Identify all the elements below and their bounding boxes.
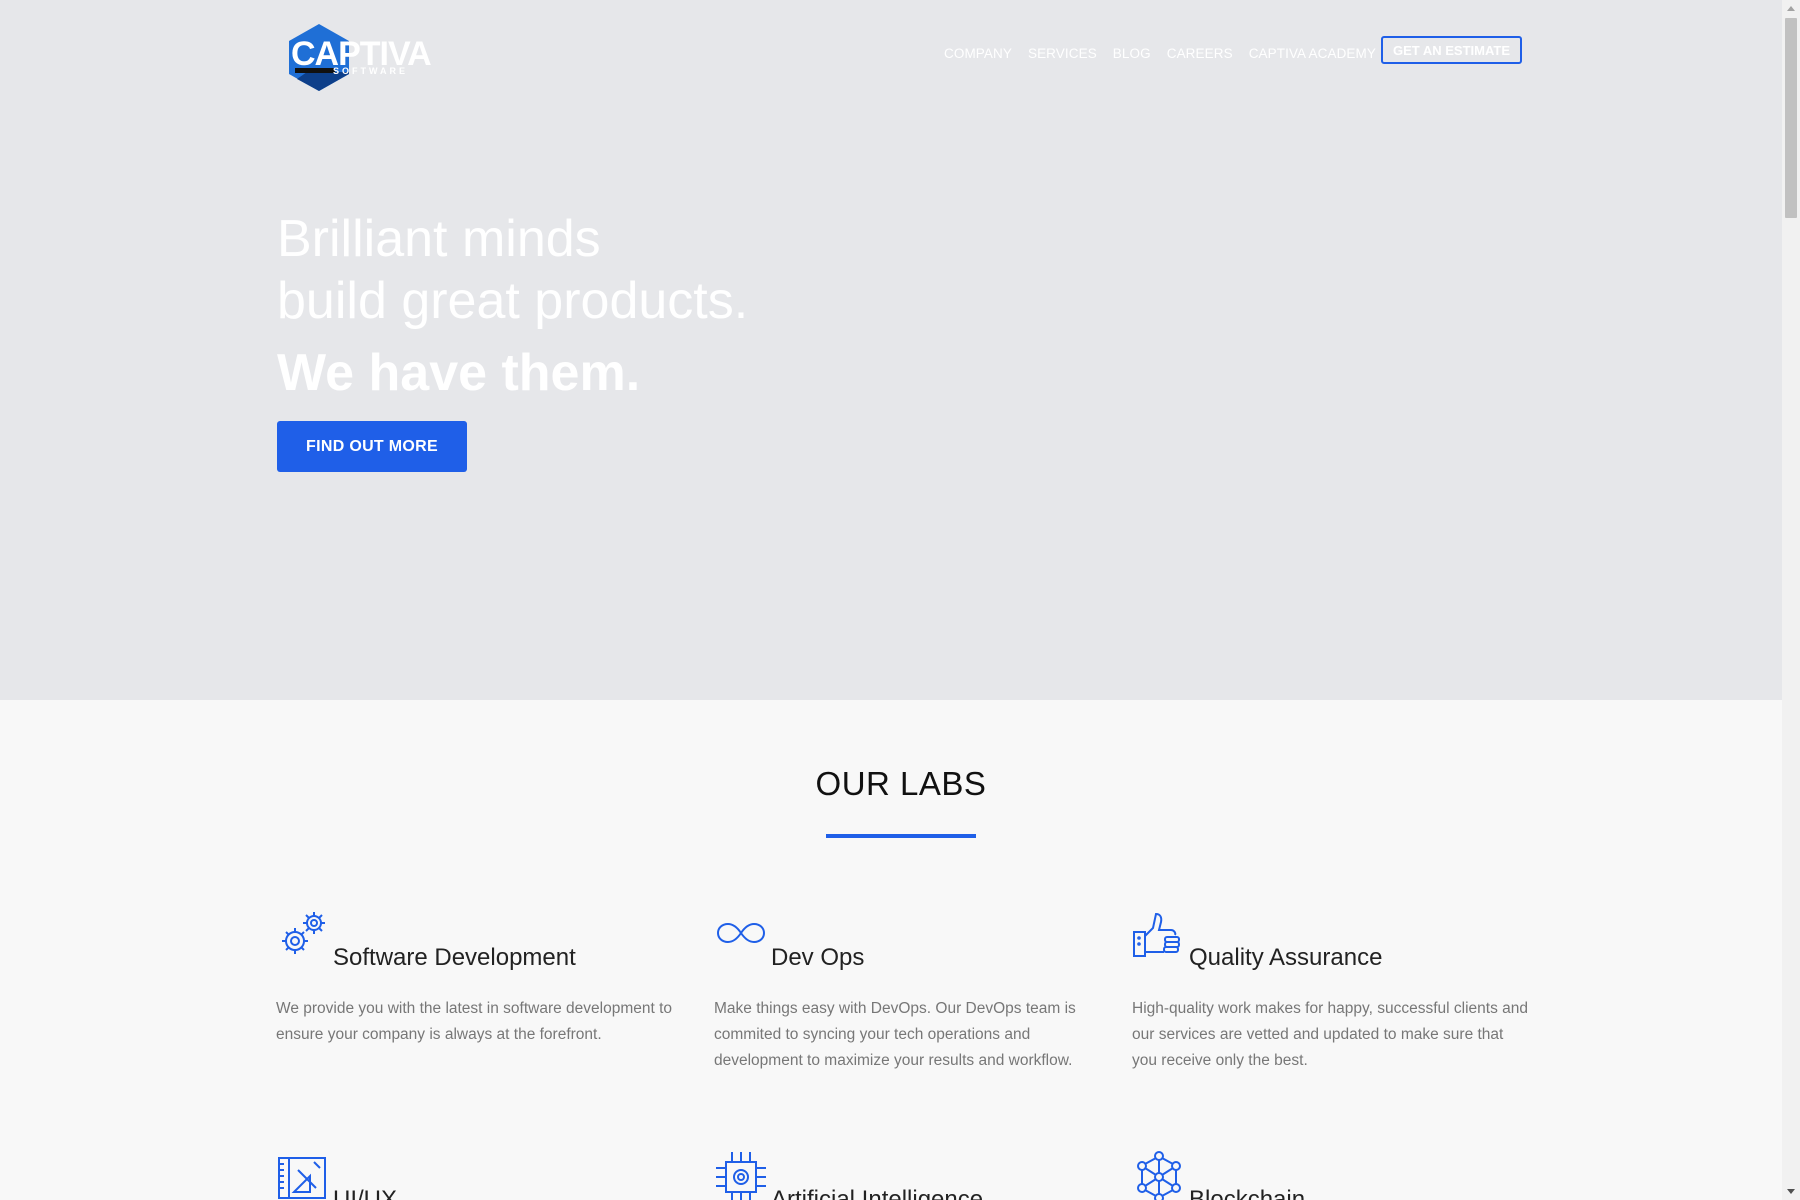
nav-captiva-academy[interactable]: CAPTIVA ACADEMY [1249, 46, 1376, 61]
captiva-logo[interactable]: CAPTIVA SOFTWARE [277, 22, 497, 92]
network-icon [1132, 1150, 1186, 1200]
page: CAPTIVA SOFTWARE COMPANY SERVICES BLOG C… [0, 0, 1782, 1200]
logo-subtext: SOFTWARE [333, 66, 408, 76]
chip-icon [714, 1150, 768, 1200]
lab-description: Make things easy with DevOps. Our DevOps… [714, 1000, 1076, 1069]
lab-title: UI/UX [333, 1186, 398, 1200]
lab-title: Dev Ops [771, 944, 865, 971]
find-out-more-button[interactable]: FIND OUT MORE [277, 421, 467, 472]
nav-careers[interactable]: CAREERS [1167, 46, 1233, 61]
lab-title: Quality Assurance [1189, 944, 1383, 971]
design-tools-icon [276, 1150, 330, 1200]
lab-title: Artificial Intelligence [771, 1186, 984, 1200]
infinity-icon [714, 908, 768, 962]
labs-divider [826, 834, 976, 838]
scrollbar-thumb[interactable] [1785, 18, 1797, 218]
hero-headline: Brilliant minds build great products. We… [277, 208, 748, 404]
hero-line-1: Brilliant minds [277, 210, 601, 268]
scroll-down-arrow-icon[interactable] [1782, 1183, 1800, 1200]
nav-services[interactable]: SERVICES [1028, 46, 1097, 61]
labs-heading: OUR LABS [815, 765, 987, 802]
main-nav: COMPANY SERVICES BLOG CAREERS CAPTIVA AC… [944, 46, 1392, 61]
lab-description: We provide you with the latest in softwa… [276, 1000, 673, 1043]
lab-description: High-quality work makes for happy, succe… [1132, 1000, 1528, 1069]
nav-blog[interactable]: BLOG [1113, 46, 1151, 61]
lab-title: Blockchain [1189, 1186, 1306, 1200]
gears-icon [276, 908, 330, 962]
scroll-up-arrow-icon[interactable] [1782, 0, 1800, 17]
nav-company[interactable]: COMPANY [944, 46, 1012, 61]
get-estimate-button[interactable]: GET AN ESTIMATE [1381, 36, 1522, 64]
vertical-scrollbar[interactable] [1782, 0, 1800, 1200]
hero-section: CAPTIVA SOFTWARE COMPANY SERVICES BLOG C… [0, 0, 1782, 700]
hero-line-2: build great products. [277, 272, 749, 330]
thumbs-up-icon [1132, 908, 1186, 962]
hero-line-3: We have them. [277, 344, 641, 402]
lab-title: Software Development [333, 944, 576, 971]
